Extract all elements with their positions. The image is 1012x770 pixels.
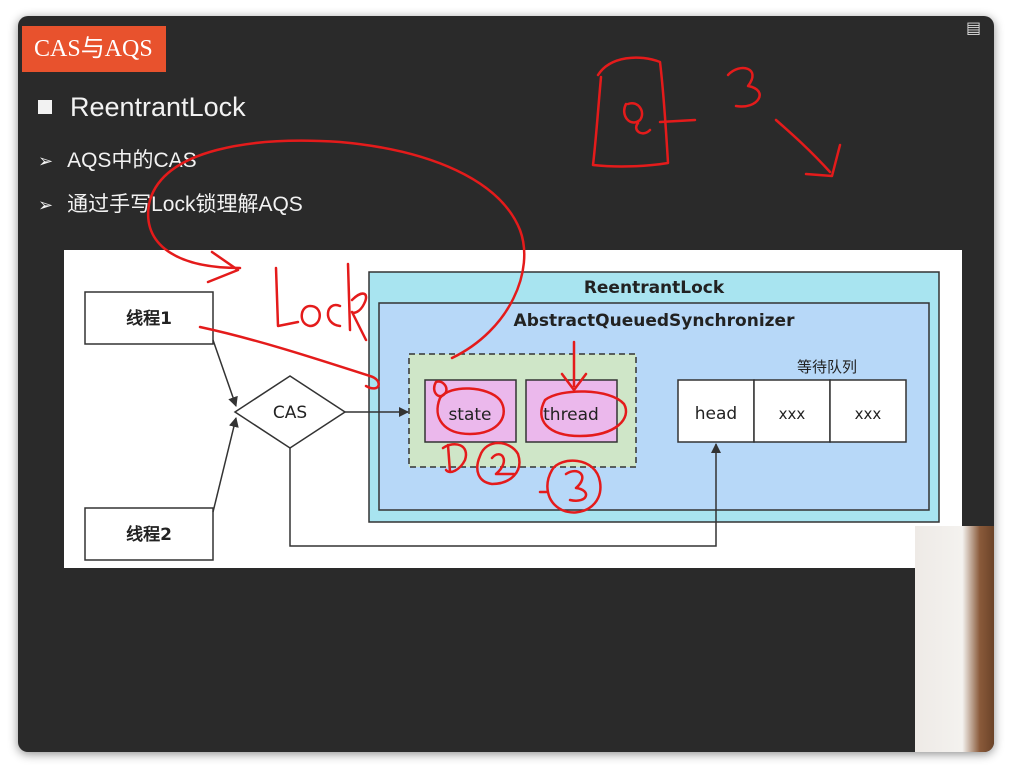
bullet-handwrite-lock: ➢ 通过手写Lock锁理解AQS [38, 188, 303, 218]
bullet-text: ReentrantLock [70, 92, 246, 122]
aqs-diagram: 线程1 线程2 CAS ReentrantLock AbstractQueued… [84, 271, 940, 561]
presenter-webcam [915, 526, 994, 752]
slide-tag: CAS与AQS [22, 26, 166, 72]
queue-cell-label: xxx [779, 405, 806, 423]
square-bullet-icon [38, 100, 52, 114]
reentrantlock-title: ReentrantLock [584, 278, 725, 298]
cas-label: CAS [273, 403, 307, 423]
bullet-text: AQS中的CAS [67, 149, 197, 172]
thread1-label: 线程1 [126, 308, 172, 329]
queue-label: 等待队列 [797, 358, 857, 376]
thread2-label: 线程2 [126, 524, 172, 545]
aqs-title: AbstractQueuedSynchronizer [514, 311, 796, 331]
bullet-aqs-cas: ➢ AQS中的CAS [38, 144, 197, 174]
bullet-text: 通过手写Lock锁理解AQS [67, 193, 303, 216]
thread-label: thread [543, 405, 599, 425]
window-icon[interactable]: ▤ [966, 18, 990, 37]
arrow-thread1-cas [212, 339, 238, 407]
queue-head-label: head [695, 404, 737, 424]
arrow-bullet-icon: ➢ [38, 195, 54, 215]
slide-frame: CAS与AQS ▤ ReentrantLock ➢ AQS中的CAS ➢ 通过手写L… [18, 16, 994, 752]
bullet-reentrantlock: ReentrantLock [38, 92, 246, 123]
queue-cell-label: xxx [855, 405, 882, 423]
state-label: state [448, 405, 491, 425]
arrow-bullet-icon: ➢ [38, 151, 54, 171]
arrow-thread2-cas [212, 417, 239, 513]
diagram-panel: 线程1 线程2 CAS ReentrantLock AbstractQueued… [64, 250, 962, 568]
